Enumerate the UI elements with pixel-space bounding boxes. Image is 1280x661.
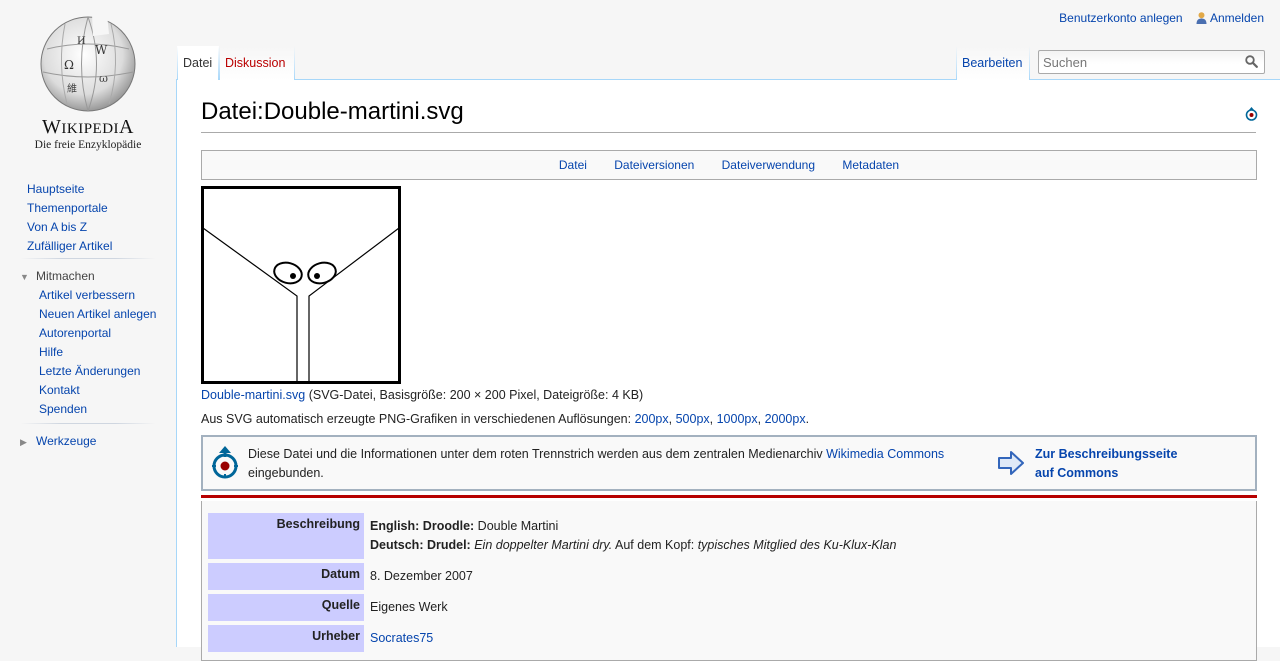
resolution-500px[interactable]: 500px — [676, 412, 710, 426]
information-table: Beschreibung English: Droodle: Double Ma… — [208, 509, 902, 656]
table-row: Beschreibung English: Droodle: Double Ma… — [208, 513, 902, 559]
sidebar-item-hilfe[interactable]: Hilfe — [39, 345, 63, 359]
sidebar-item-neuen-artikel[interactable]: Neuen Artikel anlegen — [39, 307, 156, 321]
tab-datei-label: Datei — [183, 56, 213, 70]
login-link[interactable]: Anmelden — [1210, 11, 1264, 25]
wikimedia-commons-link[interactable]: Wikimedia Commons — [826, 447, 944, 461]
svg-text:W: W — [95, 43, 108, 57]
wikipedia-wordmark: WIKIPEDIA — [42, 116, 134, 138]
tab-datei[interactable]: Datei — [177, 46, 219, 80]
en-description: Double Martini — [474, 519, 559, 533]
sidebar: Hauptseite Themenportale Von A bis Z Zuf… — [0, 180, 176, 451]
wikipedia-logo[interactable]: Ω W И 維 ω WIKIPEDIA Die freie Enzyklopäd… — [0, 0, 176, 160]
sidebar-item-letzte-aenderungen[interactable]: Letzte Änderungen — [39, 364, 140, 378]
sidebar-divider — [20, 423, 156, 424]
toc-item-dateiverwendung[interactable]: Dateiverwendung — [722, 158, 815, 172]
file-info-line: Double-martini.svg (SVG-Datei, Basisgröß… — [201, 387, 643, 403]
sidebar-item-artikel-verbessern[interactable]: Artikel verbessern — [39, 288, 135, 302]
beschreibung-label: Beschreibung — [208, 513, 364, 559]
lang-en-label: English: — [370, 519, 420, 533]
resolution-line: Aus SVG automatisch erzeugte PNG-Grafike… — [201, 412, 810, 426]
goto-commons-link[interactable]: Zur Beschreibungsseite auf Commons — [1035, 445, 1177, 483]
expanded-triangle-icon: ▼ — [20, 272, 29, 282]
commons-badge-icon[interactable] — [1245, 107, 1258, 121]
red-divider — [201, 495, 1257, 498]
urheber-label: Urheber — [208, 625, 364, 652]
main-navigation: Hauptseite Themenportale Von A bis Z Zuf… — [0, 180, 176, 256]
de-description-2: typisches Mitglied des Ku-Klux-Klan — [697, 538, 897, 552]
sidebar-item-spenden[interactable]: Spenden — [39, 402, 87, 416]
portal-mitmachen-toggle[interactable]: ▼ Mitmachen — [20, 265, 158, 286]
notice-text-after: eingebunden. — [248, 466, 324, 480]
svg-text:Ω: Ω — [64, 58, 74, 72]
resolution-200px[interactable]: 200px — [635, 412, 669, 426]
toc-item-dateiversionen[interactable]: Dateiversionen — [614, 158, 694, 172]
sidebar-item-autorenportal[interactable]: Autorenportal — [39, 326, 111, 340]
tab-diskussion-label: Diskussion — [225, 56, 286, 70]
sidebar-item-zufaelliger-artikel[interactable]: Zufälliger Artikel — [27, 239, 112, 253]
search-icon[interactable] — [1245, 55, 1258, 68]
beschreibung-value: English: Droodle: Double Martini Deutsch… — [364, 513, 902, 559]
heading-divider — [201, 132, 1256, 133]
de-description-mid: Auf dem Kopf: — [612, 538, 698, 552]
resolution-2000px[interactable]: 2000px — [765, 412, 806, 426]
search-box — [1038, 50, 1265, 74]
file-meta: (SVG-Datei, Basisgröße: 200 × 200 Pixel,… — [305, 388, 644, 402]
svg-text:維: 維 — [67, 82, 77, 95]
de-term: Drudel: — [426, 538, 471, 552]
toc-item-metadaten[interactable]: Metadaten — [842, 158, 899, 172]
puzzle-globe-icon: Ω W И 維 ω — [40, 14, 136, 112]
tab-bearbeiten[interactable]: Bearbeiten — [956, 46, 1030, 80]
portal-werkzeuge-title: Werkzeuge — [36, 434, 97, 448]
sidebar-item-kontakt[interactable]: Kontakt — [39, 383, 80, 397]
portal-mitmachen-list: Artikel verbessern Neuen Artikel anlegen… — [0, 286, 160, 419]
table-row: Quelle Eigenes Werk — [208, 594, 902, 621]
quelle-label: Quelle — [208, 594, 364, 621]
page-title: Datei:Double-martini.svg — [201, 98, 464, 125]
search-input[interactable] — [1039, 51, 1234, 73]
en-term: Droodle: — [422, 519, 475, 533]
notice-text-before: Diese Datei und die Informationen unter … — [248, 447, 827, 461]
file-preview-image[interactable] — [201, 186, 401, 384]
svg-text:ω: ω — [99, 72, 108, 85]
tab-bearbeiten-label: Bearbeiten — [962, 56, 1023, 70]
shared-notice-text: Diese Datei und die Informationen unter … — [248, 445, 1008, 483]
file-toc: Datei Dateiversionen Dateiverwendung Met… — [201, 150, 1257, 180]
shared-repository-notice: Diese Datei und die Informationen unter … — [201, 435, 1257, 491]
quelle-value: Eigenes Werk — [370, 600, 448, 614]
urheber-value: Socrates75 — [364, 625, 902, 652]
svg-text:И: И — [77, 36, 86, 47]
arrow-right-icon[interactable] — [997, 450, 1025, 476]
resolution-prefix: Aus SVG automatisch erzeugte PNG-Grafike… — [201, 412, 635, 426]
file-link[interactable]: Double-martini.svg — [201, 388, 305, 402]
toc-item-datei[interactable]: Datei — [559, 158, 587, 172]
resolution-1000px[interactable]: 1000px — [717, 412, 758, 426]
sidebar-item-hauptseite[interactable]: Hauptseite — [27, 182, 84, 196]
wikimedia-commons-icon — [212, 446, 238, 479]
collapsed-triangle-icon: ▶ — [20, 437, 27, 447]
tab-diskussion[interactable]: Diskussion — [219, 46, 295, 80]
table-row: Urheber Socrates75 — [208, 625, 902, 652]
datum-value: 8. Dezember 2007 — [370, 569, 473, 583]
personal-tools: Benutzerkonto anlegen Anmelden — [1049, 11, 1264, 25]
goto-commons-line2[interactable]: auf Commons — [1035, 466, 1118, 480]
sidebar-item-von-a-bis-z[interactable]: Von A bis Z — [27, 220, 87, 234]
login-item[interactable]: Anmelden — [1196, 11, 1264, 25]
create-account-link[interactable]: Benutzerkonto anlegen — [1059, 11, 1182, 25]
user-icon — [1196, 12, 1207, 24]
table-row: Datum 8. Dezember 2007 — [208, 563, 902, 590]
lang-de-label: Deutsch: — [370, 538, 424, 552]
portal-werkzeuge-toggle[interactable]: ▶ Werkzeuge — [20, 430, 158, 451]
sidebar-item-themenportale[interactable]: Themenportale — [27, 201, 108, 215]
urheber-link[interactable]: Socrates75 — [370, 631, 433, 645]
logo-slogan: Die freie Enzyklopädie — [34, 139, 142, 151]
goto-commons-line1[interactable]: Zur Beschreibungsseite — [1035, 447, 1177, 461]
datum-label: Datum — [208, 563, 364, 590]
de-description-1: Ein doppelter Martini dry. — [474, 538, 613, 552]
sidebar-divider — [20, 258, 156, 259]
portal-mitmachen-title: Mitmachen — [36, 269, 95, 283]
content-area: Datei:Double-martini.svg Datei Dateivers… — [176, 79, 1280, 661]
file-description-box: Beschreibung English: Droodle: Double Ma… — [201, 501, 1257, 661]
